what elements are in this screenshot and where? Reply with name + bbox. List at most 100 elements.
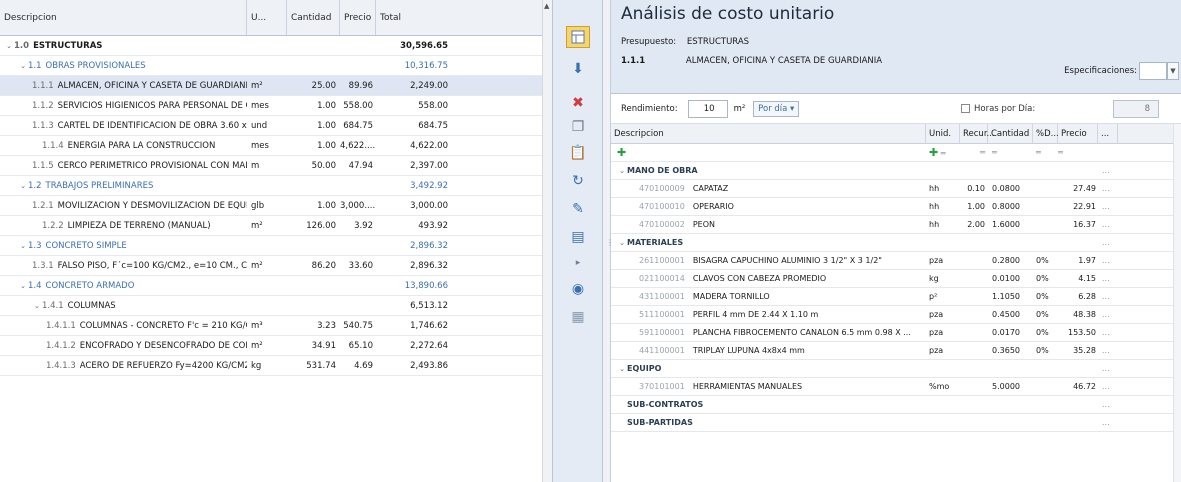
table-row[interactable]: 1.1.1 ALMACEN, OFICINA Y CASETA DE GUARDI… — [0, 76, 552, 96]
col-header-total[interactable]: Total — [376, 0, 552, 35]
resource-row[interactable]: 470100002 PEON hh 2.00 1.6000 16.37... — [611, 216, 1181, 234]
resource-row[interactable]: 261100001 BISAGRA CAPUCHINO ALUMINIO 3 1/… — [611, 252, 1181, 270]
resource-description: CAPATAZ — [692, 184, 729, 193]
more-cell[interactable]: ... — [1098, 256, 1118, 265]
resource-group-row[interactable]: SUB-PARTIDAS... — [611, 414, 1181, 432]
more-cell[interactable]: ... — [1098, 328, 1118, 337]
add-icon[interactable]: ✚ — [617, 146, 626, 159]
table-row[interactable]: ⌄ 1.3 CONCRETO SIMPLE 2,896.32 — [0, 236, 552, 256]
col-header-quantity[interactable]: Cantidad — [988, 124, 1033, 143]
table-row[interactable]: 1.1.5 CERCO PERIMETRICO PROVISIONAL CON M… — [0, 156, 552, 176]
new-row[interactable]: ✚ ✚ ═ ═ ═ ═ ═ — [611, 144, 1181, 162]
more-cell[interactable]: ... — [1098, 346, 1118, 355]
col-header-more[interactable]: ... — [1098, 124, 1118, 143]
resource-group-row[interactable]: SUB-CONTRATOS... — [611, 396, 1181, 414]
expand-toggle-icon[interactable]: ⌄ — [617, 167, 627, 175]
expand-toggle-icon[interactable]: ⌄ — [18, 242, 28, 250]
expand-toggle-icon[interactable]: ⌄ — [4, 42, 14, 50]
table-row[interactable]: 1.2.2 LIMPIEZA DE TERRENO (MANUAL) m² 126.0… — [0, 216, 552, 236]
table-row[interactable]: 1.1.2 SERVICIOS HIGIENICOS PARA PERSONAL … — [0, 96, 552, 116]
resource-row[interactable]: 441100001 TRIPLAY LUPUNA 4x8x4 mm pza 0.365… — [611, 342, 1181, 360]
expand-toggle-icon[interactable]: ⌄ — [18, 282, 28, 290]
checkbox-icon[interactable] — [961, 104, 970, 113]
yield-input[interactable]: 10 — [687, 99, 728, 118]
table-row[interactable]: ⌄ 1.4 CONCRETO ARMADO 13,890.66 — [0, 276, 552, 296]
resource-code: 470100010 — [639, 202, 685, 211]
quantity-cell: 1.1050 — [992, 292, 1020, 301]
table-row[interactable]: 1.1.3 CARTEL DE IDENTIFICACION DE OBRA 3.… — [0, 116, 552, 136]
format-icon[interactable]: ✎ — [566, 198, 590, 220]
col-header-unit[interactable]: U... — [247, 0, 287, 35]
table-row[interactable]: ⌄ 1.2 TRABAJOS PRELIMINARES 3,492.92 — [0, 176, 552, 196]
delete-icon[interactable]: ✖ — [566, 92, 590, 114]
hours-per-day-checkbox[interactable]: Horas por Día: — [961, 104, 1035, 114]
refresh-icon[interactable]: ↻ — [566, 170, 590, 192]
panel-splitter[interactable]: ⋮ — [603, 0, 614, 482]
resource-row[interactable]: 511100001 PERFIL 4 mm DE 2.44 X 1.10 m pza… — [611, 306, 1181, 324]
col-header-percent[interactable]: %D... — [1033, 124, 1059, 143]
more-cell[interactable]: ... — [1098, 382, 1118, 391]
resource-row[interactable]: 431100001 MADERA TORNILLO p² 1.1050 0% 6.28..… — [611, 288, 1181, 306]
spec-document-button[interactable] — [1139, 62, 1167, 80]
grid-icon[interactable]: ▦ — [566, 306, 590, 328]
more-cell[interactable]: ... — [1098, 310, 1118, 319]
col-header-unit[interactable]: Unid. — [926, 124, 960, 143]
resource-row[interactable]: 470100009 CAPATAZ hh 0.10 0.0800 27.49... — [611, 180, 1181, 198]
expand-toggle-icon[interactable]: ⌄ — [32, 302, 42, 310]
expand-toggle-icon[interactable]: ⌄ — [18, 182, 28, 190]
vertical-scrollbar[interactable] — [1173, 124, 1181, 482]
resource-row[interactable]: 370101001 HERRAMIENTAS MANUALES %mo 5.0000 4… — [611, 378, 1181, 396]
table-row[interactable]: ⌄ 1.0 ESTRUCTURAS 30,596.65 — [0, 36, 552, 56]
yield-period-select[interactable]: Por día ▾ — [753, 100, 800, 117]
col-header-price[interactable]: Precio — [1058, 124, 1098, 143]
col-header-description[interactable]: Descripcion — [0, 0, 247, 35]
spec-dropdown-icon[interactable]: ▼ — [1167, 62, 1179, 80]
expand-icon[interactable]: ▸ — [566, 252, 590, 274]
table-row[interactable]: 1.4.1.1 COLUMNAS - CONCRETO F'c = 210 KG/… — [0, 316, 552, 336]
resource-row[interactable]: 021100014 CLAVOS CON CABEZA PROMEDIO kg 0.0… — [611, 270, 1181, 288]
table-row[interactable]: 1.4.1.2ENCOFRADO Y DESENCOFRADO DE COLUM… — [0, 336, 552, 356]
resource-row[interactable]: 470100010 OPERARIO hh 1.00 0.8000 22.91... — [611, 198, 1181, 216]
table-row[interactable]: 1.1.4 ENERGIA PARA LA CONSTRUCCION mes 1.00… — [0, 136, 552, 156]
vertical-scrollbar[interactable]: ▲ — [542, 0, 552, 482]
yield-unit: m² — [733, 103, 746, 114]
more-cell[interactable]: ... — [1098, 184, 1118, 193]
resource-group-row[interactable]: ⌄ EQUIPO... — [611, 360, 1181, 378]
resource-group-row[interactable]: ⌄ MANO DE OBRA... — [611, 162, 1181, 180]
row-code: 1.1.2 — [32, 100, 54, 111]
view-icon[interactable]: ◉ — [566, 278, 590, 300]
more-cell[interactable]: ... — [1098, 274, 1118, 283]
table-row[interactable]: 1.4.1.3 ACERO DE REFUERZO Fy=4200 KG/CM2 k… — [0, 356, 552, 376]
table-save-icon[interactable] — [566, 26, 590, 48]
more-cell[interactable]: ... — [1098, 166, 1118, 175]
more-cell[interactable]: ... — [1098, 238, 1118, 247]
price-cell: 3,000.... — [340, 200, 376, 211]
more-cell[interactable]: ... — [1098, 400, 1118, 409]
quantity-cell: 86.20 — [311, 260, 336, 271]
resource-group-row[interactable]: ⌄ MATERIALES... — [611, 234, 1181, 252]
paste-icon[interactable]: 📋 — [566, 142, 590, 164]
more-cell[interactable]: ... — [1098, 418, 1118, 427]
expand-toggle-icon[interactable]: ⌄ — [18, 62, 28, 70]
sheet-icon[interactable]: ▤ — [566, 226, 590, 248]
more-cell[interactable]: ... — [1098, 364, 1118, 373]
resource-row[interactable]: 591100001 PLANCHA FIBROCEMENTO CANALON 6.… — [611, 324, 1181, 342]
hours-per-day-input[interactable]: 8 — [1113, 99, 1159, 118]
table-row[interactable]: ⌄ 1.4.1 COLUMNAS 6,513.12 — [0, 296, 552, 316]
table-row[interactable]: ⌄ 1.1 OBRAS PROVISIONALES 10,316.75 — [0, 56, 552, 76]
col-header-price[interactable]: Precio — [340, 0, 376, 35]
table-row[interactable]: 1.2.1 MOVILIZACION Y DESMOVILIZACION DE E… — [0, 196, 552, 216]
price-cell: 6.28 — [1078, 292, 1096, 301]
more-cell[interactable]: ... — [1098, 202, 1118, 211]
more-cell[interactable]: ... — [1098, 292, 1118, 301]
col-header-quantity[interactable]: Cantidad — [287, 0, 340, 35]
more-cell[interactable]: ... — [1098, 220, 1118, 229]
arrow-down-icon[interactable]: ⬇ — [566, 58, 590, 80]
col-header-description[interactable]: Descripcion — [611, 124, 926, 143]
copy-icon[interactable]: ❐ — [566, 116, 590, 138]
add-icon[interactable]: ✚ — [929, 146, 938, 159]
table-row[interactable]: 1.3.1 FALSO PISO, F´c=100 KG/CM2., e=10 C… — [0, 256, 552, 276]
expand-toggle-icon[interactable]: ⌄ — [617, 365, 627, 373]
col-header-resource[interactable]: Recur... — [960, 124, 995, 143]
expand-toggle-icon[interactable]: ⌄ — [617, 239, 627, 247]
